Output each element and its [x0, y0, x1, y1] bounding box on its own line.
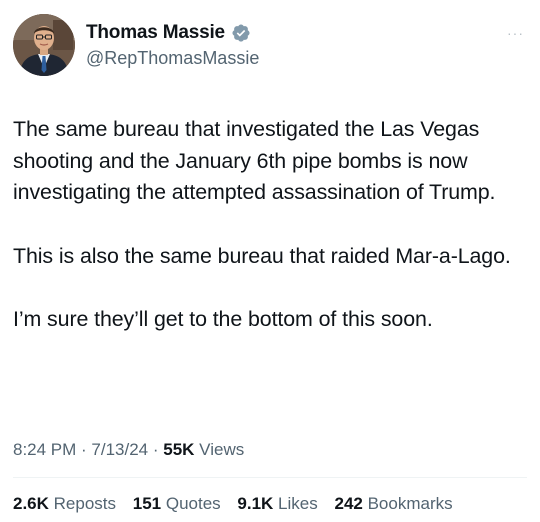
reposts-count: 2.6K [13, 494, 49, 513]
tweet-body: The same bureau that investigated the La… [13, 114, 528, 368]
author-display-name[interactable]: Thomas Massie [86, 22, 225, 44]
verified-badge-icon[interactable] [231, 23, 251, 43]
meta-separator: · [76, 440, 92, 459]
bookmarks-count: 242 [334, 494, 363, 513]
author-handle[interactable]: @RepThomasMassie [86, 48, 259, 69]
avatar[interactable] [13, 14, 75, 76]
tweet-time[interactable]: 8:24 PM [13, 440, 76, 459]
tweet-meta: 8:24 PM · 7/13/24 · 55K Views [13, 440, 244, 460]
views-label: Views [194, 440, 245, 459]
reposts-stat[interactable]: 2.6K Reposts [13, 494, 116, 513]
views-count: 55K [163, 440, 195, 459]
divider [13, 477, 527, 478]
bookmarks-stat[interactable]: 242 Bookmarks [334, 494, 452, 513]
reposts-label: Reposts [48, 494, 117, 513]
tweet-paragraph: This is also the same bureau that raided… [13, 243, 511, 268]
bookmarks-label: Bookmarks [362, 494, 453, 513]
engagement-stats: 2.6K Reposts 151 Quotes 9.1K Likes 242 B… [13, 494, 465, 514]
quotes-count: 151 [132, 494, 162, 513]
quotes-label: Quotes [161, 494, 221, 513]
quotes-stat[interactable]: 151 Quotes [133, 494, 221, 513]
likes-stat[interactable]: 9.1K Likes [237, 494, 317, 513]
tweet-date[interactable]: 7/13/24 [91, 440, 148, 459]
author-name-row: Thomas Massie [86, 22, 251, 44]
meta-separator: · [148, 440, 164, 459]
more-options-icon[interactable]: ··· [507, 26, 524, 40]
likes-count: 9.1K [237, 494, 274, 513]
tweet-paragraph: I’m sure they’ll get to the bottom of th… [13, 307, 433, 331]
tweet-paragraph: The same bureau that investigated the La… [13, 117, 496, 204]
likes-label: Likes [273, 494, 318, 513]
tweet: Thomas Massie @RepThomasMassie ··· The s… [0, 0, 540, 522]
